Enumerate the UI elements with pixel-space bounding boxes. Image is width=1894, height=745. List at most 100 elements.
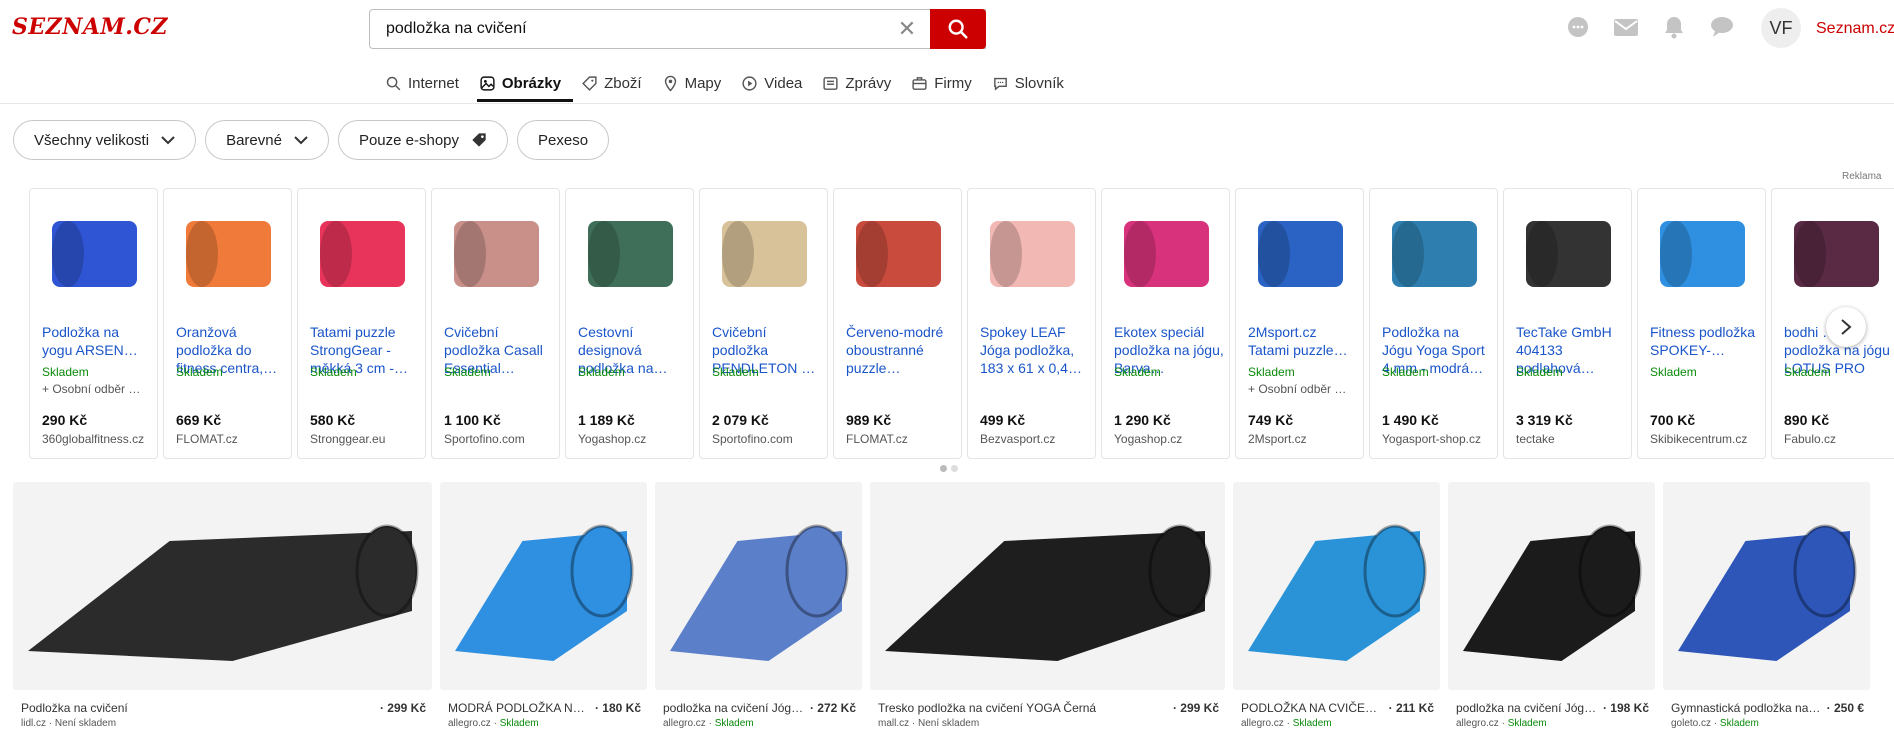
shop-name[interactable]: Fabulo.cz bbox=[1784, 432, 1836, 446]
result-domain[interactable]: lidl.cz bbox=[21, 718, 46, 729]
result-image[interactable] bbox=[1663, 482, 1870, 690]
result-title[interactable]: MODRÁ PODLOŽKA N… bbox=[448, 701, 595, 715]
product-card[interactable]: Spokey LEAF Jóga podložka, 183 x 61 x 0,… bbox=[967, 188, 1096, 459]
bell-icon[interactable] bbox=[1661, 14, 1687, 40]
product-card[interactable]: Cvičební podložka Casall Essential… Sklad… bbox=[431, 188, 560, 459]
product-image[interactable] bbox=[1378, 197, 1491, 310]
shop-name[interactable]: FLOMAT.cz bbox=[176, 432, 238, 446]
product-card[interactable]: TecTake GmbH 404133 podlahová… Skladem 3 3… bbox=[1503, 188, 1632, 459]
result-caption[interactable]: MODRÁ PODLOŽKA N… · 180 Kč bbox=[448, 701, 641, 715]
seznam-logo[interactable]: SEZNAM.CZ bbox=[12, 14, 168, 40]
product-image[interactable] bbox=[172, 197, 285, 310]
filter-color[interactable]: Barevné bbox=[205, 120, 329, 160]
shop-name[interactable]: Yogashop.cz bbox=[1114, 432, 1182, 446]
result-caption[interactable]: Gymnastická podložka na… · 250 € bbox=[1671, 701, 1864, 715]
product-title[interactable]: Spokey LEAF Jóga podložka, 183 x 61 x 0,… bbox=[980, 323, 1090, 377]
shop-name[interactable]: Sportofino.com bbox=[444, 432, 525, 446]
clear-icon[interactable]: ✕ bbox=[894, 16, 920, 42]
chat-bubble-icon[interactable] bbox=[1565, 14, 1591, 40]
product-image[interactable] bbox=[976, 197, 1089, 310]
product-card[interactable]: Oranžová podložka do fitness centra,… Skl… bbox=[163, 188, 292, 459]
result-title[interactable]: podložka na cvičení Jóg… bbox=[1456, 701, 1603, 715]
product-card[interactable]: Cestovní designová podložka na… Skladem 1 … bbox=[565, 188, 694, 459]
product-image[interactable] bbox=[708, 197, 821, 310]
mail-icon[interactable] bbox=[1613, 14, 1639, 40]
tab-zpravy[interactable]: Zprávy bbox=[820, 64, 903, 102]
result-title[interactable]: Tresko podložka na cvičení YOGA Černá bbox=[878, 701, 1173, 715]
result-image[interactable] bbox=[1233, 482, 1440, 690]
product-card[interactable]: Cvičební podložka PENDLETON … Skladem 2 07… bbox=[699, 188, 828, 459]
result-domain[interactable]: mall.cz bbox=[878, 718, 909, 729]
result-domain[interactable]: allegro.cz bbox=[1241, 718, 1284, 729]
result-domain[interactable]: goleto.cz bbox=[1671, 718, 1711, 729]
carousel-next-button[interactable] bbox=[1826, 307, 1866, 347]
tab-slovnik[interactable]: Slovník bbox=[990, 64, 1076, 102]
shop-name[interactable]: Yogashop.cz bbox=[578, 432, 646, 446]
search-input[interactable] bbox=[386, 20, 906, 38]
image-result[interactable]: PODLOŽKA NA CVIČE… · 211 Kč allegro.cz · S… bbox=[1233, 482, 1440, 729]
search-button[interactable] bbox=[930, 9, 986, 49]
shop-name[interactable]: Skibikecentrum.cz bbox=[1650, 432, 1747, 446]
shop-name[interactable]: 360globalfitness.cz bbox=[42, 432, 144, 446]
result-domain[interactable]: allegro.cz bbox=[448, 718, 491, 729]
tab-zbozi[interactable]: Zboží bbox=[579, 64, 654, 102]
product-card[interactable]: Podložka na yogu ARSEN… Skladem + Osobní o… bbox=[29, 188, 158, 459]
image-result[interactable]: MODRÁ PODLOŽKA N… · 180 Kč allegro.cz · Sk… bbox=[440, 482, 647, 729]
tab-videa[interactable]: Videa bbox=[739, 64, 814, 102]
product-image[interactable] bbox=[306, 197, 419, 310]
shop-name[interactable]: FLOMAT.cz bbox=[846, 432, 908, 446]
shop-name[interactable]: Sportofino.com bbox=[712, 432, 793, 446]
shop-name[interactable]: Bezvasport.cz bbox=[980, 432, 1055, 446]
result-title[interactable]: PODLOŽKA NA CVIČE… bbox=[1241, 701, 1389, 715]
result-caption[interactable]: podložka na cvičení Jóg… · 198 Kč bbox=[1456, 701, 1649, 715]
product-image[interactable] bbox=[38, 197, 151, 310]
shop-name[interactable]: Yogasport-shop.cz bbox=[1382, 432, 1481, 446]
shop-name[interactable]: Stronggear.eu bbox=[310, 432, 385, 446]
shop-name[interactable]: tectake bbox=[1516, 432, 1555, 446]
search-box[interactable]: ✕ bbox=[369, 9, 986, 49]
product-card[interactable]: Tatami puzzle StrongGear - měkká 3 cm -…… bbox=[297, 188, 426, 459]
result-caption[interactable]: podložka na cvičení Jóg… · 272 Kč bbox=[663, 701, 856, 715]
image-result[interactable]: podložka na cvičení Jóg… · 198 Kč allegro.… bbox=[1448, 482, 1655, 729]
image-result[interactable]: Podložka na cvičení · 299 Kč lidl.cz · Nen… bbox=[13, 482, 432, 729]
filter-eshops[interactable]: Pouze e-shopy bbox=[337, 120, 509, 160]
result-title[interactable]: Podložka na cvičení bbox=[21, 701, 380, 715]
speech-icon[interactable] bbox=[1709, 14, 1735, 40]
tab-internet[interactable]: Internet bbox=[383, 64, 471, 102]
filter-size[interactable]: Všechny velikosti bbox=[13, 120, 197, 160]
pagination-dot[interactable] bbox=[940, 465, 947, 472]
product-image[interactable] bbox=[1110, 197, 1223, 310]
result-title[interactable]: podložka na cvičení Jóg… bbox=[663, 701, 810, 715]
product-card[interactable]: 2Msport.cz Tatami puzzle… Skladem + Osobní… bbox=[1235, 188, 1364, 459]
product-card[interactable]: Ekotex speciál podložka na jógu, Barva… S… bbox=[1101, 188, 1230, 459]
image-result[interactable]: Tresko podložka na cvičení YOGA Černá · 2… bbox=[870, 482, 1225, 729]
tab-mapy[interactable]: Mapy bbox=[660, 64, 734, 102]
product-image[interactable] bbox=[1646, 197, 1759, 310]
filter-pexeso[interactable]: Pexeso bbox=[517, 120, 610, 160]
avatar[interactable]: VF bbox=[1761, 8, 1801, 48]
product-card[interactable]: Fitness podložka SPOKEY-… Skladem 700 Kč Sk… bbox=[1637, 188, 1766, 459]
result-image[interactable] bbox=[870, 482, 1225, 690]
result-image[interactable] bbox=[440, 482, 647, 690]
result-domain[interactable]: allegro.cz bbox=[1456, 718, 1499, 729]
tab-firmy[interactable]: Firmy bbox=[909, 64, 984, 102]
product-card[interactable]: Podložka na Jógu Yoga Sport 4 mm - modrá… bbox=[1369, 188, 1498, 459]
result-caption[interactable]: Podložka na cvičení · 299 Kč bbox=[21, 701, 426, 715]
seznam-link[interactable]: Seznam.cz bbox=[1816, 20, 1894, 38]
product-title[interactable]: Červeno-modré oboustranné puzzle… bbox=[846, 323, 956, 377]
product-image[interactable] bbox=[574, 197, 687, 310]
result-caption[interactable]: PODLOŽKA NA CVIČE… · 211 Kč bbox=[1241, 701, 1434, 715]
shop-name[interactable]: 2Msport.cz bbox=[1248, 432, 1307, 446]
result-image[interactable] bbox=[1448, 482, 1655, 690]
result-image[interactable] bbox=[655, 482, 862, 690]
product-image[interactable] bbox=[1512, 197, 1625, 310]
result-title[interactable]: Gymnastická podložka na… bbox=[1671, 701, 1827, 715]
image-result[interactable]: podložka na cvičení Jóg… · 272 Kč allegro.… bbox=[655, 482, 862, 729]
product-image[interactable] bbox=[440, 197, 553, 310]
result-image[interactable] bbox=[13, 482, 432, 690]
tab-obrazky[interactable]: Obrázky bbox=[476, 64, 574, 102]
product-image[interactable] bbox=[1780, 197, 1893, 310]
product-card[interactable]: Červeno-modré oboustranné puzzle… 989 Kč F… bbox=[833, 188, 962, 459]
result-domain[interactable]: allegro.cz bbox=[663, 718, 706, 729]
product-image[interactable] bbox=[1244, 197, 1357, 310]
